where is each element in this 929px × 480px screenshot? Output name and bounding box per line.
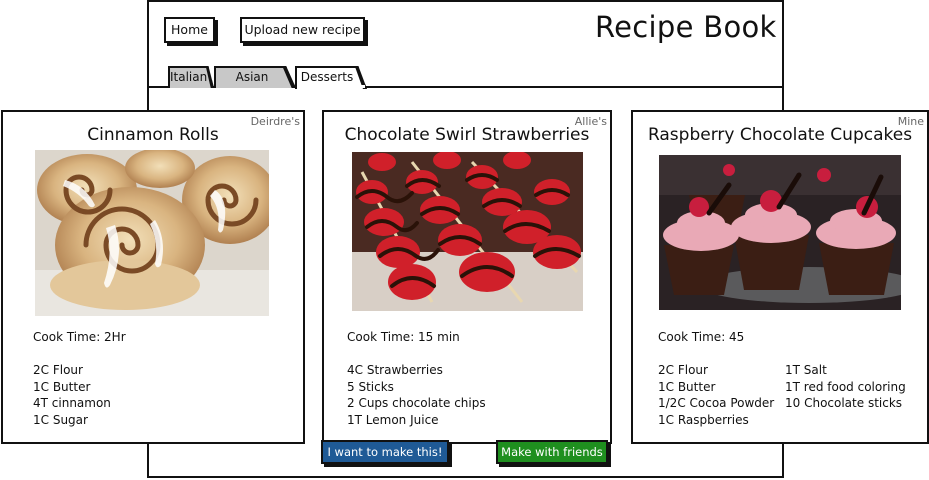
page-title: Recipe Book bbox=[595, 10, 777, 44]
ingredient-item: 1C Sugar bbox=[33, 412, 88, 427]
recipe-card-raspberry-cupcakes[interactable]: Mine Raspberry Chocolate Cupcakes Cook T… bbox=[631, 110, 929, 444]
ingredient-item: 2 Cups chocolate chips bbox=[347, 396, 486, 410]
ingredient-item: 5 Sticks bbox=[347, 379, 394, 394]
recipe-title: Raspberry Chocolate Cupcakes bbox=[647, 125, 913, 145]
tab-label: Italian bbox=[170, 70, 208, 84]
ingredient-item: 1/2C Cocoa Powder bbox=[658, 396, 775, 410]
tab-italian[interactable]: Italian bbox=[168, 66, 214, 88]
recipe-title: Chocolate Swirl Strawberries bbox=[344, 125, 590, 145]
cook-time: Cook Time: 15 min bbox=[347, 330, 460, 344]
cook-time: Cook Time: 45 bbox=[658, 330, 745, 344]
ingredient-item: 2C Flour bbox=[658, 363, 708, 377]
ingredient-item: 2C Flour bbox=[33, 363, 83, 377]
ingredient-item: 1C Butter bbox=[33, 379, 91, 394]
ingredient-item: 4T cinnamon bbox=[33, 396, 111, 410]
ingredient-list: 2C Flour 1C Butter 1/2C Cocoa Powder 1C … bbox=[658, 362, 774, 428]
tab-asian-fusion[interactable]: Asian Fusion bbox=[214, 66, 296, 88]
raspberry-cupcakes-photo bbox=[659, 155, 901, 310]
make-with-friends-button[interactable]: Make with friends bbox=[496, 440, 608, 464]
recipe-card-chocolate-strawberries[interactable]: Allie's Chocolate Swirl Strawberries Coo… bbox=[322, 110, 612, 444]
ingredient-list-secondary: 1T Salt 1T red food coloring 10 Chocolat… bbox=[785, 362, 906, 412]
ingredient-list: 4C Strawberries 5 Sticks 2 Cups chocolat… bbox=[347, 362, 486, 428]
ingredient-item: 10 Chocolate sticks bbox=[785, 396, 903, 410]
cinnamon-rolls-photo bbox=[35, 150, 269, 316]
cook-time: Cook Time: 2Hr bbox=[33, 330, 126, 344]
chocolate-strawberries-photo bbox=[352, 152, 583, 311]
ingredient-item: 1T Salt bbox=[785, 363, 827, 377]
ingredient-list: 2C Flour 1C Butter 4T cinnamon 1C Sugar bbox=[33, 362, 111, 428]
active-tab-gap bbox=[297, 85, 365, 88]
ingredient-item: 1T Lemon Juice bbox=[347, 412, 439, 427]
ingredient-item: 4C Strawberries bbox=[347, 363, 443, 377]
recipe-title: Cinnamon Rolls bbox=[87, 125, 219, 145]
ingredient-item: 1C Raspberries bbox=[658, 412, 749, 427]
recipe-card-cinnamon-rolls[interactable]: Deirdre's Cinnamon Rolls Cook Time: 2Hr … bbox=[1, 110, 305, 444]
ingredient-item: 1C Butter bbox=[658, 379, 716, 394]
home-button[interactable]: Home bbox=[164, 17, 215, 43]
ingredient-item: 1T red food coloring bbox=[785, 379, 906, 394]
upload-recipe-button[interactable]: Upload new recipe bbox=[240, 17, 365, 43]
make-this-button[interactable]: I want to make this! bbox=[321, 440, 449, 464]
